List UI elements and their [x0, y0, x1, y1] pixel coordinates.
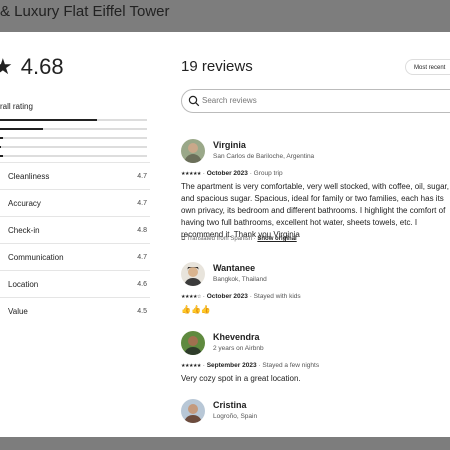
category-value: 4.7: [137, 253, 147, 261]
translate-icon: ⧉: [181, 236, 186, 242]
reviewer-name: Khevendra: [213, 332, 260, 342]
histogram-bar: [0, 155, 147, 157]
histogram-bar: [0, 119, 147, 121]
histogram-fill: [0, 119, 98, 121]
histogram-bar: [0, 137, 147, 139]
review-stars: ★★★★☆: [181, 294, 201, 300]
avatar[interactable]: [181, 399, 205, 423]
review-stars: ★★★★★: [181, 363, 201, 369]
reviewer-location: Bangkok, Thailand: [213, 276, 267, 283]
translation-label: Translated from Spanish: [186, 236, 253, 242]
reviewer-location: Logroño, Spain: [213, 413, 258, 420]
reviewer-location: San Carlos de Bariloche, Argentina: [213, 153, 315, 160]
category-value: 4.5: [137, 307, 147, 315]
category-value: 4.6: [137, 280, 147, 288]
sort-button[interactable]: Most recent: [405, 59, 450, 75]
show-original-link[interactable]: Show original: [257, 236, 296, 242]
review-meta: ★★★★★ · September 2023 · Stayed a few ni…: [181, 362, 320, 369]
review-text: The apartment is very comfortable, very …: [181, 182, 449, 239]
category-ratings: Cleanliness 4.7 Accuracy 4.7 Check-in 4.…: [0, 162, 150, 324]
review-date: October 2023: [206, 293, 248, 300]
reviewer-name: Cristina: [213, 400, 247, 410]
overall-score-value: 4.68: [20, 54, 64, 79]
overall-score: ★ 4.68: [0, 54, 64, 80]
review-item: Khevendra 2 years on Airbnb ★★★★★ · Sept…: [181, 331, 450, 391]
category-label: Location: [8, 279, 39, 289]
review-meta: ★★★★☆ · October 2023 · Stayed with kids: [181, 293, 301, 300]
histogram-bar: [0, 128, 147, 130]
reviewer-name: Virginia: [213, 140, 246, 150]
category-row-check-in: Check-in 4.8: [0, 216, 150, 243]
review-text: 👍👍👍: [181, 305, 211, 314]
category-row-communication: Communication 4.7: [0, 243, 150, 270]
avatar[interactable]: [181, 139, 205, 163]
avatar[interactable]: [181, 331, 205, 355]
histogram-fill: [0, 137, 3, 139]
search-reviews-input[interactable]: Search reviews: [181, 89, 450, 113]
review-item: Wantanee Bangkok, Thailand ★★★★☆ · Octob…: [181, 262, 450, 322]
trip-type: Group trip: [253, 170, 283, 177]
review-item: Cristina Logroño, Spain: [181, 399, 450, 437]
histogram-fill: [0, 128, 43, 130]
review-stars: ★★★★★: [181, 171, 201, 177]
category-row-value: Value 4.5: [0, 297, 150, 324]
reviews-count-title: 19 reviews: [181, 58, 253, 75]
category-label: Value: [8, 306, 28, 316]
review-date: September 2023: [206, 362, 257, 369]
star-icon: ★: [0, 54, 13, 79]
category-value: 4.8: [137, 226, 147, 234]
category-label: Communication: [8, 252, 64, 262]
category-row-cleanliness: Cleanliness 4.7: [0, 162, 150, 189]
trip-type: Stayed with kids: [253, 293, 301, 300]
review-date: October 2023: [206, 170, 248, 177]
histogram-fill: [0, 155, 3, 157]
avatar[interactable]: [181, 262, 205, 286]
category-row-location: Location 4.6: [0, 270, 150, 297]
category-label: Check-in: [8, 225, 40, 235]
trip-type: Stayed a few nights: [262, 362, 320, 369]
reviewer-location: 2 years on Airbnb: [213, 345, 264, 352]
review-text: Very cozy spot in a great location.: [181, 374, 301, 383]
category-row-accuracy: Accuracy 4.7: [0, 189, 150, 216]
page-title: & Luxury Flat Eiffel Tower: [0, 3, 170, 20]
search-placeholder: Search reviews: [202, 96, 257, 105]
overall-rating-label: rall rating: [0, 102, 33, 111]
category-value: 4.7: [137, 199, 147, 207]
histogram-bar: [0, 146, 147, 148]
category-label: Accuracy: [8, 198, 41, 208]
review-item: Virginia San Carlos de Bariloche, Argent…: [181, 139, 450, 259]
histogram-fill: [0, 146, 2, 148]
search-icon: [188, 95, 200, 107]
translation-note: ⧉ Translated from Spanish · Show origina…: [181, 236, 297, 242]
category-value: 4.7: [137, 172, 147, 180]
reviewer-name: Wantanee: [213, 263, 256, 273]
reviews-modal: ★ 4.68 rall rating Cleanliness 4.7 Accura…: [0, 32, 450, 437]
category-label: Cleanliness: [8, 171, 50, 181]
review-meta: ★★★★★ · October 2023 · Group trip: [181, 170, 283, 177]
